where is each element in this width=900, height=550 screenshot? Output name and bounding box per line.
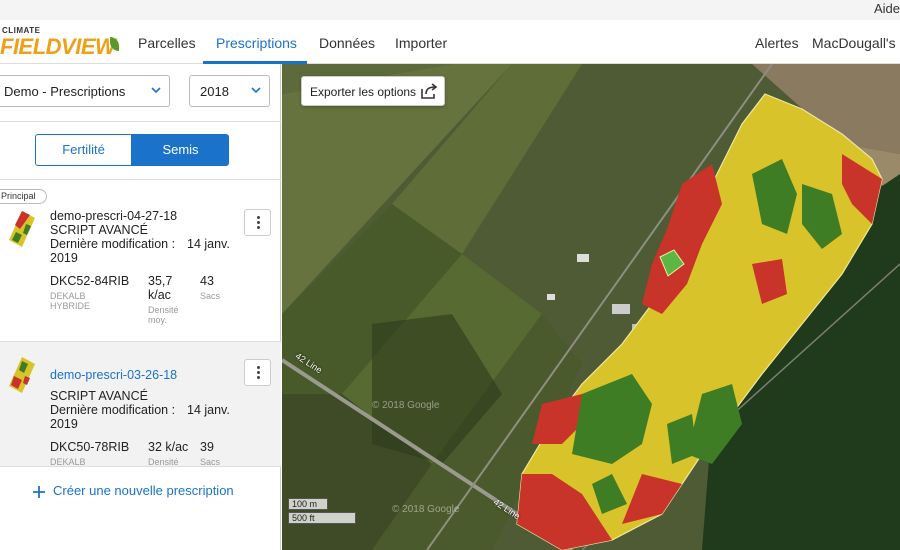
prescription-name[interactable]: demo-prescri-03-26-18 xyxy=(50,368,177,382)
nav-link-prescriptions[interactable]: Prescriptions xyxy=(216,35,297,51)
map-watermark: © 2018 Google xyxy=(392,504,460,515)
last-modified-label: Dernière modification : xyxy=(50,403,176,417)
density-unit: k/ac xyxy=(148,288,171,302)
plus-icon xyxy=(33,486,45,498)
dot-icon xyxy=(257,366,260,369)
list-divider xyxy=(0,466,281,467)
hybrid-name: DKC52-84RIB xyxy=(50,274,130,288)
prescription-thumbnail-icon xyxy=(9,357,35,393)
nav-link-parcelles[interactable]: Parcelles xyxy=(138,35,196,51)
density-value: 32 k/ac xyxy=(148,440,189,454)
density-label-sub: moy. xyxy=(148,315,167,325)
share-export-icon xyxy=(421,83,438,99)
export-options-label: Exporter les options xyxy=(310,85,417,99)
field-map[interactable]: 42 Line 42 Line © 2018 Google © 2018 Goo… xyxy=(282,64,900,550)
scale-meters: 100 m xyxy=(288,498,328,510)
bag-count: 43 xyxy=(200,274,214,288)
year-select[interactable]: 2018 xyxy=(189,75,270,107)
last-modified-year: 2019 xyxy=(50,417,78,431)
prescription-card[interactable]: demo-prescri-04-27-18 SCRIPT AVANCÉ Dern… xyxy=(0,204,281,341)
chevron-down-icon xyxy=(151,87,161,94)
list-divider xyxy=(0,179,281,180)
top-strip: Aide xyxy=(0,0,900,20)
prescription-name[interactable]: demo-prescri-04-27-18 xyxy=(50,209,177,223)
chevron-down-icon xyxy=(251,87,261,94)
bag-count: 39 xyxy=(200,440,214,454)
prescriptions-panel: Demo - Prescriptions 2018 Fertilité Semi… xyxy=(0,64,281,550)
more-options-button[interactable] xyxy=(244,209,271,236)
principal-badge: Principal xyxy=(0,189,47,204)
satellite-map-canvas xyxy=(282,64,900,550)
map-scale: 100 m 500 ft xyxy=(288,498,358,524)
create-prescription-label: Créer une nouvelle prescription xyxy=(53,483,234,498)
logo-main-text: FIELDVIEW xyxy=(0,34,116,59)
density-value: 35,7 xyxy=(148,274,173,288)
app-root: Aide CLIMATE FIELDVIEW Parcelles Prescri… xyxy=(0,0,900,550)
prescription-type-toggle: Fertilité Semis xyxy=(35,134,229,166)
toggle-fertilite[interactable]: Fertilité xyxy=(35,134,132,166)
dot-icon xyxy=(257,216,260,219)
density-label: Densité xyxy=(148,305,179,315)
last-modified-date: 14 janv. xyxy=(187,237,230,251)
more-options-button[interactable] xyxy=(244,359,271,386)
bag-count-label: Sacs xyxy=(200,291,221,301)
prescription-type: SCRIPT AVANCÉ xyxy=(50,223,148,237)
last-modified-year: 2019 xyxy=(50,251,78,265)
hybrid-name: DKC50-78RIB xyxy=(50,440,130,454)
climate-fieldview-logo[interactable]: CLIMATE FIELDVIEW xyxy=(0,26,120,60)
last-modified-label: Dernière modification : xyxy=(50,237,176,251)
prescription-thumbnail-icon xyxy=(9,211,35,247)
export-options-button[interactable]: Exporter les options xyxy=(301,76,445,106)
year-select-value: 2018 xyxy=(200,84,229,99)
hybrid-brand-sub: HYBRIDE xyxy=(50,301,91,311)
dot-icon xyxy=(257,376,260,379)
map-watermark: © 2018 Google xyxy=(372,400,440,411)
dot-icon xyxy=(257,226,260,229)
nav-link-donnees[interactable]: Données xyxy=(319,35,375,51)
selector-bar: Demo - Prescriptions 2018 xyxy=(0,64,281,122)
help-link[interactable]: Aide xyxy=(874,1,900,16)
dot-icon xyxy=(257,371,260,374)
prescription-card[interactable]: demo-prescri-03-26-18 SCRIPT AVANCÉ Dern… xyxy=(0,341,281,467)
prescription-type: SCRIPT AVANCÉ xyxy=(50,389,148,403)
hybrid-brand: DEKALB xyxy=(50,291,86,301)
season-select-value: Demo - Prescriptions xyxy=(4,84,126,99)
last-modified-date: 14 janv. xyxy=(187,403,230,417)
season-select[interactable]: Demo - Prescriptions xyxy=(0,75,170,107)
scale-feet: 500 ft xyxy=(288,512,356,524)
account-menu[interactable]: MacDougall's Co xyxy=(812,35,900,51)
nav-link-importer[interactable]: Importer xyxy=(395,35,447,51)
top-nav: CLIMATE FIELDVIEW Parcelles Prescription… xyxy=(0,20,900,64)
alerts-link[interactable]: Alertes xyxy=(755,35,799,51)
toggle-semis[interactable]: Semis xyxy=(132,134,229,166)
dot-icon xyxy=(257,221,260,224)
